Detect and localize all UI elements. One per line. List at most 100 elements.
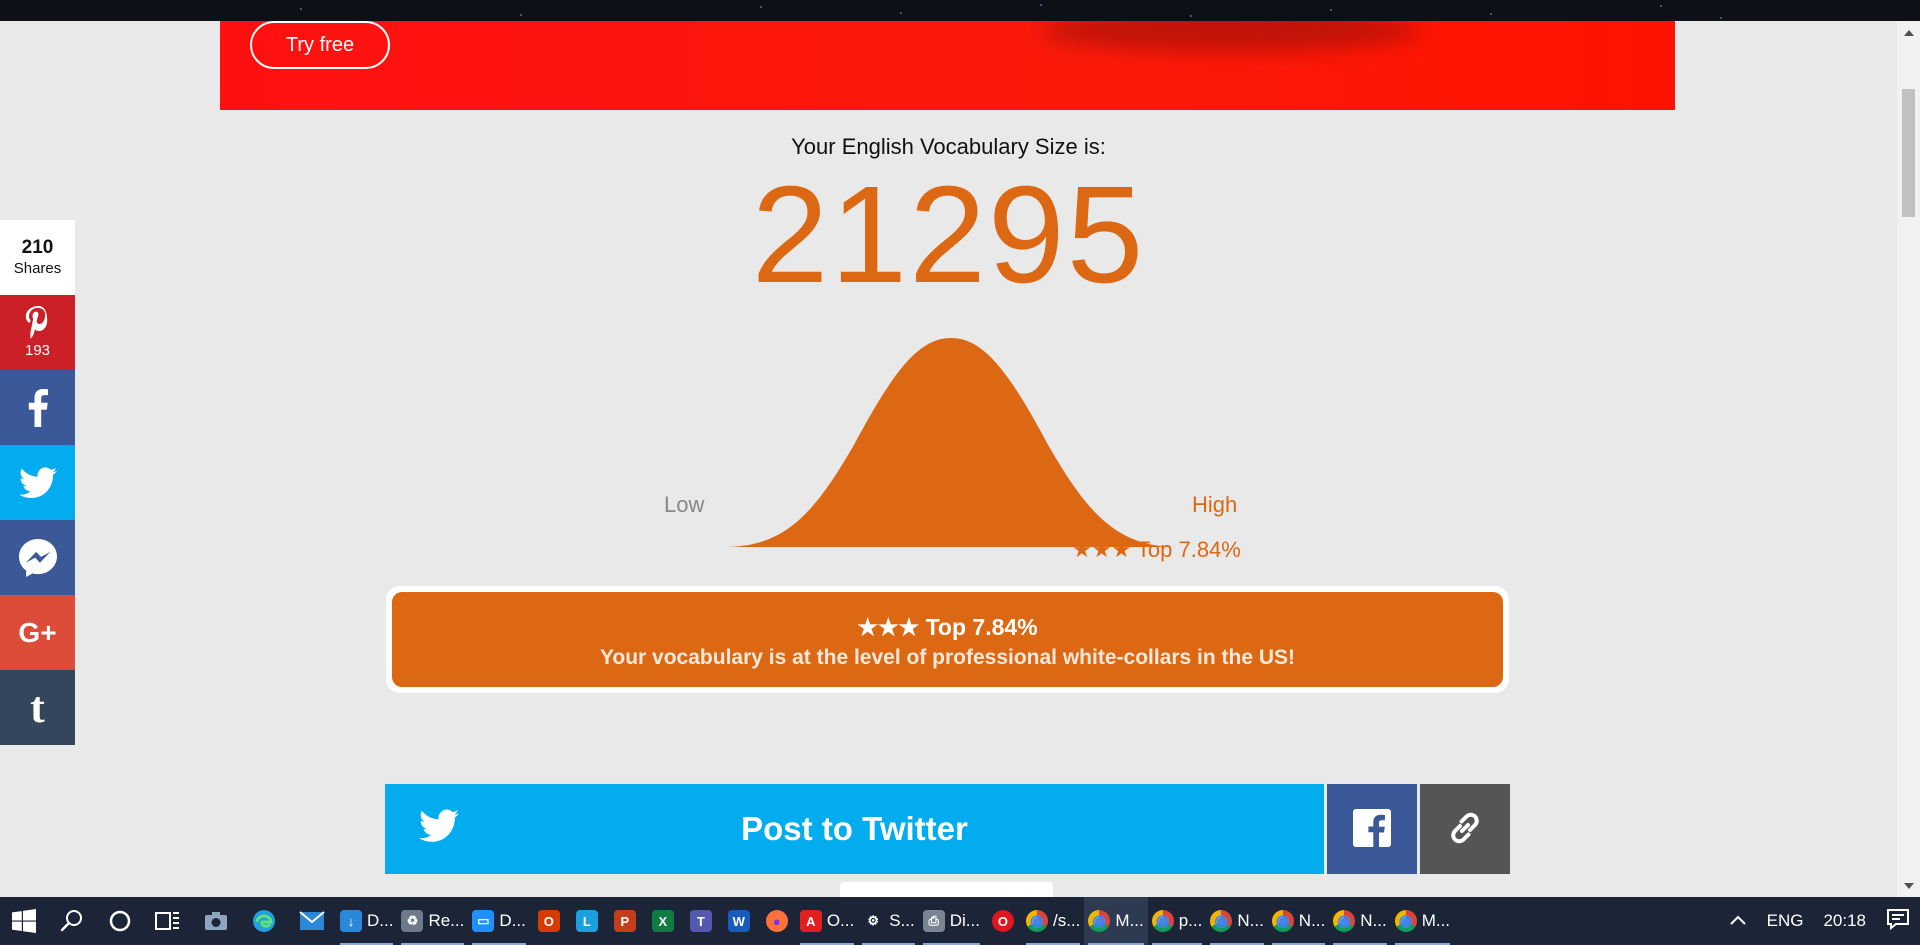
bell-curve-shape [725, 338, 1177, 547]
low-label: Low [664, 492, 705, 517]
notifications-icon[interactable] [1876, 908, 1920, 935]
download-app[interactable]: ↓ D... [336, 897, 397, 945]
share-google-plus-button[interactable]: G+ [0, 595, 75, 670]
top-strip-dot [300, 8, 302, 10]
copy-link-button[interactable] [1420, 784, 1510, 874]
vocabulary-heading: Your English Vocabulary Size is: [791, 134, 1106, 159]
printer-app[interactable]: ⎙ Di... [919, 897, 984, 945]
task-view-icon [155, 912, 179, 930]
top-strip-dot [1720, 17, 1722, 19]
taskbar-app-label: N... [1298, 911, 1326, 930]
language-indicator[interactable]: ENG [1757, 911, 1814, 931]
chrome-icon: ◉ [1210, 910, 1233, 932]
opera-icon: O [991, 910, 1014, 932]
high-label: High [1192, 492, 1238, 517]
taskbar-app-label: Di... [949, 911, 980, 930]
taskbar-app-label: /s... [1052, 911, 1081, 930]
share-total-count: 210 [21, 237, 54, 258]
clock[interactable]: 20:18 [1813, 911, 1876, 931]
taskbar-app-label: M... [1421, 911, 1451, 930]
top-strip-dot [1190, 15, 1192, 17]
mail-app[interactable] [288, 897, 336, 945]
rank-indicator: ★★★ Top 7.84% [1072, 537, 1241, 562]
page-content: Try free Your English Vocabulary Size is… [0, 21, 1897, 897]
taskbar-app-label: S... [889, 911, 915, 930]
powerpoint-icon: P [613, 910, 636, 932]
next-section-edge [840, 882, 1053, 897]
chrome-icon: ◉ [1025, 910, 1048, 932]
chrome-app-2[interactable]: ◉ M... [1084, 897, 1148, 945]
distribution-curve [725, 338, 1177, 547]
top-strip-dot [760, 6, 762, 8]
chrome-app-3[interactable]: ◉ p... [1148, 897, 1207, 945]
result-summary-box: ★★★ Top 7.84% Your vocabulary is at the … [386, 586, 1509, 693]
task-view-button[interactable] [144, 897, 192, 945]
recycle-app[interactable]: ♻ Re... [397, 897, 468, 945]
share-messenger-button[interactable] [0, 520, 75, 595]
share-tumblr-button[interactable]: t [0, 670, 75, 745]
facebook-icon [1353, 808, 1391, 847]
pdf-icon: A [799, 910, 822, 932]
firefox-app[interactable]: ● [758, 897, 796, 945]
cortana-button[interactable] [96, 897, 144, 945]
try-free-button[interactable]: Try free [250, 21, 390, 69]
share-pinterest-button[interactable]: 193 [0, 295, 75, 370]
chrome-app-4[interactable]: ◉ N... [1206, 897, 1267, 945]
chrome-app-1[interactable]: ◉/s... [1022, 897, 1084, 945]
twitter-icon [18, 466, 57, 498]
scroll-down-arrow-icon[interactable] [1904, 883, 1914, 889]
scroll-up-arrow-icon[interactable] [1904, 30, 1914, 36]
top-strip-dot [1040, 4, 1042, 6]
windows-taskbar: ↓ D... ♻ Re... ▭ D... O L P X T W ● A O... ⚙ S... ⎙ Di... O… [0, 897, 1920, 945]
top-strip-dot [1490, 13, 1492, 15]
facebook-f-icon [28, 388, 48, 427]
powerpoint-app[interactable]: P [606, 897, 644, 945]
opera-app[interactable]: O [984, 897, 1022, 945]
post-to-twitter-label: Post to Twitter [741, 810, 968, 847]
search-button[interactable] [48, 897, 96, 945]
camera-icon [205, 912, 227, 930]
camera-app[interactable] [192, 897, 240, 945]
chrome-icon: ◉ [1271, 910, 1294, 932]
download-icon: ↓ [340, 910, 362, 932]
scroll-thumb[interactable] [1902, 89, 1915, 217]
page-scrollbar[interactable] [1897, 21, 1920, 897]
l-app[interactable]: L [568, 897, 606, 945]
pdf-app[interactable]: A O... [796, 897, 858, 945]
chrome-app-6[interactable]: ◉ N... [1329, 897, 1390, 945]
top-strip-dot [1330, 9, 1332, 11]
tray-overflow-chevron-icon[interactable] [1719, 911, 1757, 931]
share-twitter-side-button[interactable] [0, 445, 75, 520]
teams-app[interactable]: T [682, 897, 720, 945]
messenger-icon [18, 538, 57, 577]
teams-icon: T [689, 910, 712, 932]
search-icon [60, 910, 82, 932]
chrome-icon: ◉ [1333, 910, 1356, 932]
office-app[interactable]: O [530, 897, 568, 945]
edge-app[interactable] [240, 897, 288, 945]
pinterest-count: 193 [24, 342, 51, 359]
excel-icon: X [651, 910, 674, 932]
word-app[interactable]: W [720, 897, 758, 945]
edge-icon [253, 910, 275, 932]
printer-icon: ⎙ [922, 910, 945, 932]
share-facebook-side-button[interactable] [0, 370, 75, 445]
firefox-icon: ● [765, 910, 788, 932]
social-share-bar: 210 Shares 193 G+ t [0, 220, 75, 745]
chrome-app-7[interactable]: ◉ M... [1391, 897, 1454, 945]
chrome-app-5[interactable]: ◉ N... [1268, 897, 1329, 945]
taskbar-app-label: Re... [428, 911, 465, 930]
chrome-icon: ◉ [1151, 910, 1174, 932]
monitor-icon: ▭ [472, 910, 495, 932]
result-message: Your vocabulary is at the level of profe… [599, 646, 1296, 669]
desktop-app[interactable]: ▭ D... [468, 897, 529, 945]
banner-glow [1040, 21, 1420, 51]
excel-app[interactable]: X [644, 897, 682, 945]
settings-app[interactable]: ⚙ S... [858, 897, 919, 945]
start-button[interactable] [0, 897, 48, 945]
share-facebook-button[interactable] [1327, 784, 1417, 874]
result-rank: ★★★ Top 7.84% [857, 614, 1038, 640]
vocabulary-size-value: 21295 [751, 158, 1146, 312]
post-to-twitter-button[interactable]: Post to Twitter [385, 784, 1324, 874]
system-tray: ENG 20:18 [1719, 897, 1920, 945]
